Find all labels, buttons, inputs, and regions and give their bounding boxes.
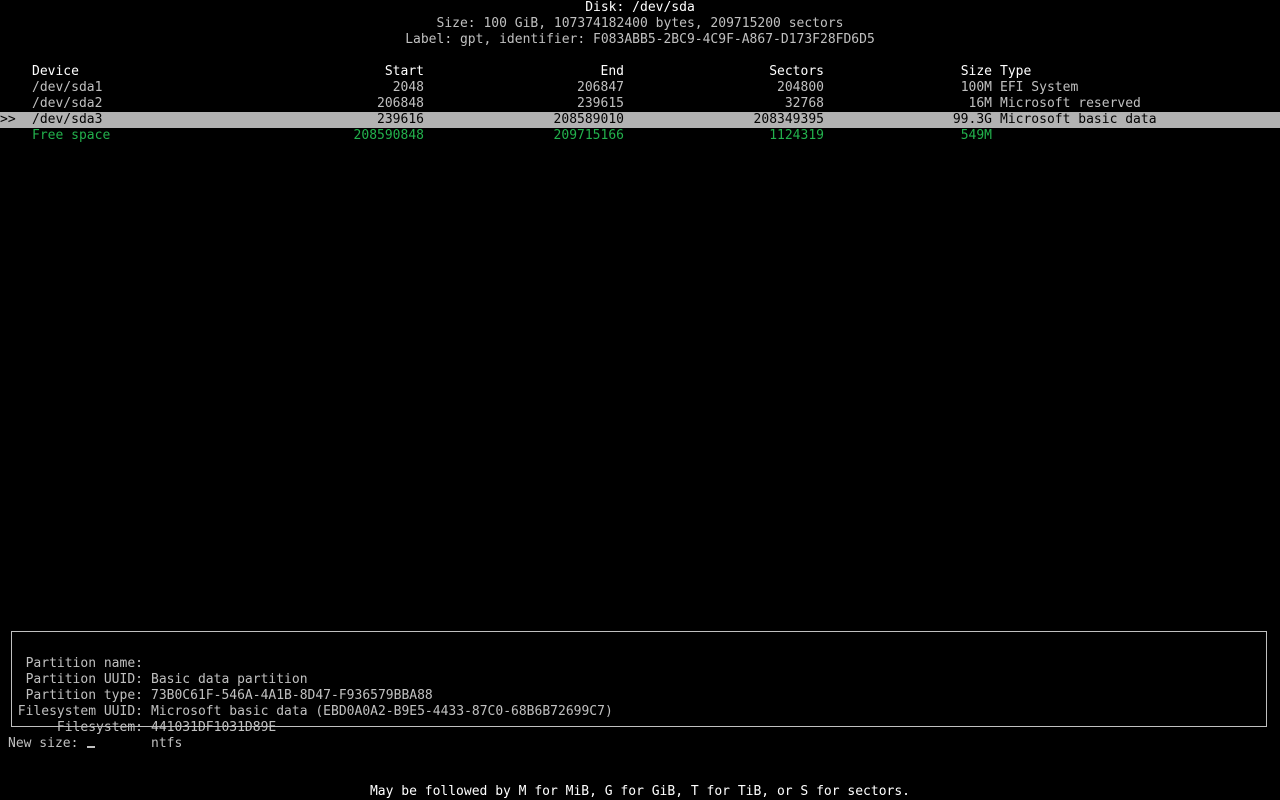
row-sectors: 204800 (777, 80, 824, 95)
row-size: 549M (960, 128, 992, 143)
info-line-type: Partition type: Microsoft basic data (EB… (0, 672, 1280, 719)
row-end: 208589010 (553, 112, 624, 127)
column-header-type: Type (1000, 64, 1032, 79)
row-end: 239615 (577, 96, 624, 111)
row-device: /dev/sda1 (32, 80, 103, 95)
row-sectors: 32768 (784, 96, 824, 111)
row-start: 208590848 (353, 128, 424, 143)
row-device: Free space (32, 128, 111, 143)
free-space-row[interactable]: Free space 208590848 209715166 1124319 5… (0, 128, 1280, 144)
row-end: 206847 (577, 80, 624, 95)
row-end: 209715166 (553, 128, 624, 143)
row-type: EFI System (1000, 80, 1079, 95)
column-header-device: Device (32, 64, 79, 79)
row-type: Microsoft basic data (1000, 112, 1157, 127)
row-device: /dev/sda3 (32, 112, 103, 127)
size-unit-hint: May be followed by M for MiB, G for GiB,… (369, 784, 911, 799)
filesystem-uuid-value: 441031DF1031D89E (151, 720, 277, 735)
row-sectors: 1124319 (769, 128, 824, 143)
new-size-label: New size: (8, 736, 79, 751)
disk-title: Disk: /dev/sda (585, 0, 695, 15)
disk-label-line: Label: gpt, identifier: F083ABB5-2BC9-4C… (405, 32, 875, 47)
column-header-end: End (600, 64, 624, 79)
info-line-filesystem: Filesystem: ntfs (0, 704, 1280, 751)
new-size-input[interactable] (87, 735, 287, 751)
selection-marker: >> (0, 112, 16, 127)
row-device: /dev/sda2 (32, 96, 103, 111)
disk-size-line: Size: 100 GiB, 107374182400 bytes, 20971… (436, 16, 844, 31)
partition-row-sda1[interactable]: /dev/sda1 2048 206847 204800 100M EFI Sy… (0, 80, 1280, 96)
row-start: 206848 (377, 96, 424, 111)
info-line-name: Partition name: Basic data partition (0, 640, 1280, 687)
table-header: Device Start End Sectors Size Type (0, 64, 1280, 80)
partition-row-sda3-selected[interactable]: >> /dev/sda3 239616 208589010 208349395 … (0, 112, 1280, 128)
column-header-size: Size (960, 64, 992, 79)
column-header-sectors: Sectors (769, 64, 824, 79)
filesystem-label: Filesystem: (56, 720, 143, 735)
row-type: Microsoft reserved (1000, 96, 1141, 111)
text-cursor (87, 746, 95, 748)
row-start: 2048 (392, 80, 424, 95)
row-size: 99.3G (952, 112, 992, 127)
info-line-uuid: Partition UUID: 73B0C61F-546A-4A1B-8D47-… (0, 656, 1280, 703)
partition-row-sda2[interactable]: /dev/sda2 206848 239615 32768 16M Micros… (0, 96, 1280, 112)
column-header-start: Start (384, 64, 424, 79)
row-sectors: 208349395 (753, 112, 824, 127)
row-start: 239616 (377, 112, 424, 127)
row-size: 16M (968, 96, 992, 111)
info-line-fs-uuid: Filesystem UUID: 441031DF1031D89E (0, 688, 1280, 735)
row-size: 100M (960, 80, 992, 95)
